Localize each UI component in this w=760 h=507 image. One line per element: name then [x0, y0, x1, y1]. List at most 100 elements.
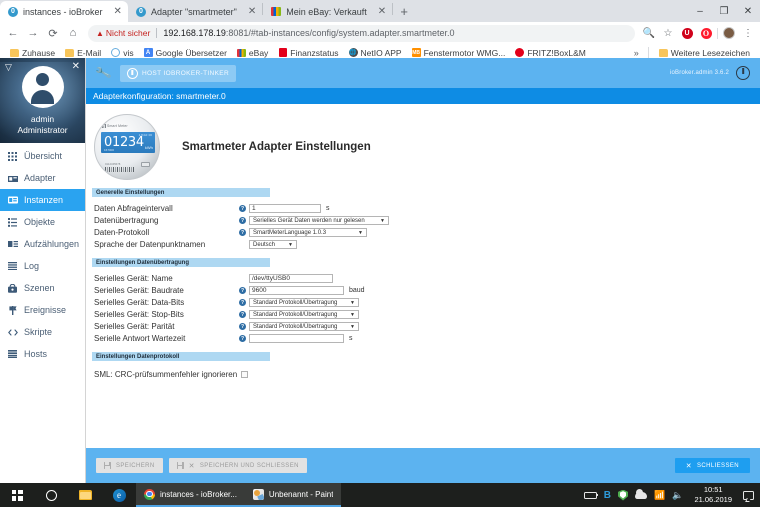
sidebar-item-skripte[interactable]: Skripte — [0, 321, 85, 343]
sidebar-item-hosts[interactable]: Hosts — [0, 343, 85, 365]
address-bar[interactable]: ▲ Nicht sicher 192.168.178.19:8081/#tab-… — [88, 24, 635, 42]
geraet-name-input[interactable]: /dev/ttyUSB0 — [249, 274, 333, 283]
bookmark-fenstermotor[interactable]: MB Fenstermotor WMG... — [408, 47, 510, 59]
collapse-icon[interactable]: ▽ — [5, 62, 12, 73]
edge-icon: e — [112, 488, 126, 502]
help-icon[interactable]: ? — [239, 287, 246, 294]
plug-icon — [141, 162, 150, 167]
help-icon[interactable]: ? — [239, 335, 246, 342]
profile-avatar[interactable] — [721, 25, 737, 41]
browser-tab-1[interactable]: 0 Adapter "smartmeter" ✕ — [128, 1, 262, 22]
save-and-close-button[interactable]: ✕ SPEICHERN UND SCHLIESSEN — [168, 458, 307, 473]
reload-icon[interactable]: ⟳ — [44, 24, 62, 42]
help-icon[interactable]: ? — [239, 299, 246, 306]
paritaet-select[interactable]: Standard Protokoll/Übertragung ▼ — [249, 322, 359, 331]
new-tab-button[interactable]: + — [393, 1, 415, 22]
close-button[interactable]: ✕ SCHLIESSEN — [674, 458, 750, 473]
bookmark-ebay[interactable]: eBay — [233, 47, 272, 59]
bookmark-google-uebersetzer[interactable]: A Google Übersetzer — [140, 47, 231, 59]
sidebar-item-szenen[interactable]: Szenen — [0, 277, 85, 299]
help-icon[interactable]: ? — [239, 311, 246, 318]
not-secure-badge[interactable]: ▲ Nicht sicher — [96, 28, 150, 38]
onedrive-icon[interactable] — [635, 489, 648, 499]
wrench-icon[interactable]: 🔧 — [94, 64, 112, 81]
help-icon[interactable]: ? — [239, 217, 246, 224]
defender-icon[interactable] — [618, 489, 629, 501]
help-icon[interactable]: ? — [239, 229, 246, 236]
notification-icon[interactable] — [743, 490, 754, 500]
power-icon[interactable] — [736, 66, 750, 80]
start-button[interactable] — [0, 483, 34, 507]
datenprotokoll-select[interactable]: SmartMeterLanguage 1.0.3 ▼ — [249, 228, 367, 237]
close-window-button[interactable]: ✕ — [736, 1, 760, 22]
sidebar-item-instanzen[interactable]: Instanzen — [0, 189, 85, 211]
sidebar-item-adapter[interactable]: Adapter — [0, 167, 85, 189]
tab-close-icon[interactable]: ✕ — [108, 6, 122, 17]
save-button-label: SPEICHERN — [116, 462, 155, 469]
bookmark-zuhause[interactable]: Zuhause — [6, 47, 59, 59]
file-explorer-button[interactable] — [68, 483, 102, 507]
cortana-button[interactable] — [34, 483, 68, 507]
extension-opera-icon[interactable]: O — [698, 25, 714, 41]
intervall-input[interactable]: 1 — [249, 204, 321, 213]
sidebar-item-objekte[interactable]: Objekte — [0, 211, 85, 233]
save-button[interactable]: SPEICHERN — [96, 458, 163, 473]
sprache-select[interactable]: Deutsch ▼ — [249, 240, 297, 249]
volume-icon[interactable]: 🔈 — [672, 490, 683, 501]
windows-icon — [11, 489, 23, 501]
taskbar-window-chrome[interactable]: instances - ioBroker... — [136, 483, 245, 507]
datenuebertragung-select[interactable]: Serielles Gerät Daten werden nur gelesen… — [249, 216, 389, 225]
folder-icon — [658, 48, 668, 57]
bookmark-other-bookmarks[interactable]: Weitere Lesezeichen — [655, 47, 754, 59]
stop-bits-select[interactable]: Standard Protokoll/Übertragung ▼ — [249, 310, 359, 319]
enum-icon — [7, 240, 18, 248]
forward-icon[interactable]: → — [24, 24, 42, 42]
taskbar-clock[interactable]: 10:51 21.06.2019 — [690, 485, 736, 505]
edge-button[interactable]: e — [102, 483, 136, 507]
sidebar-item-label: Log — [24, 261, 40, 271]
data-bits-select[interactable]: Standard Protokoll/Übertragung ▼ — [249, 298, 359, 307]
extension-ublock-icon[interactable]: U — [679, 25, 695, 41]
select-value: SmartMeterLanguage 1.0.3 — [253, 229, 327, 236]
help-icon[interactable]: ? — [239, 205, 246, 212]
home-icon[interactable]: ⌂ — [64, 24, 82, 42]
help-icon[interactable]: ? — [239, 323, 246, 330]
field-label: Daten Abfrageintervall — [94, 204, 173, 213]
logo-unit: kWh — [144, 145, 153, 150]
baudrate-input[interactable]: 9600 — [249, 286, 344, 295]
help-icon-placeholder — [239, 275, 246, 282]
tab-close-icon[interactable]: ✕ — [372, 6, 386, 17]
sidebar-item-aufzaehlungen[interactable]: Aufzählungen — [0, 233, 85, 255]
sidebar-item-log[interactable]: Log — [0, 255, 85, 277]
search-icon[interactable]: 🔍 — [641, 25, 657, 41]
sidebar-item-label: Szenen — [24, 283, 55, 293]
wifi-icon[interactable]: 📶 — [654, 490, 665, 501]
sidebar-item-uebersicht[interactable]: Übersicht — [0, 145, 85, 167]
back-icon[interactable]: ← — [4, 24, 22, 42]
bookmark-netio-app[interactable]: 🌐 NetIO APP — [345, 47, 406, 59]
maximize-button[interactable]: ❐ — [712, 1, 736, 22]
browser-tab-2[interactable]: Mein eBay: Verkauft ✕ — [263, 1, 392, 22]
bookmark-label: eBay — [248, 47, 269, 58]
tab-close-icon[interactable]: ✕ — [242, 6, 256, 17]
antwort-wartezeit-input[interactable] — [249, 334, 344, 343]
field-label: Serielles Gerät: Stop-Bits — [94, 310, 184, 319]
bookmarks-overflow-icon[interactable]: » — [631, 48, 642, 58]
bookmark-email[interactable]: E-Mail — [61, 47, 105, 59]
bookmark-vis[interactable]: vis — [107, 47, 137, 59]
star-icon[interactable]: ☆ — [660, 25, 676, 41]
browser-tab-0[interactable]: 0 instances - ioBroker ✕ — [0, 1, 128, 22]
bookmark-fritzbox[interactable]: FRITZ!BoxL&M — [511, 47, 590, 59]
minimize-button[interactable]: – — [688, 1, 712, 22]
chrome-menu-icon[interactable]: ⋮ — [740, 25, 756, 41]
sidebar-item-ereignisse[interactable]: Ereignisse — [0, 299, 85, 321]
field-label: Daten-Protokoll — [94, 228, 150, 237]
host-button[interactable]: HOST IOBROKER-TINKER — [119, 64, 237, 82]
close-icon[interactable]: ✕ — [72, 61, 80, 72]
battery-icon[interactable] — [583, 491, 599, 499]
bookmark-finanzstatus[interactable]: Finanzstatus — [274, 47, 342, 59]
field-label: Serielle Antwort Wartezeit — [94, 334, 186, 343]
bluetooth-icon[interactable]: B — [604, 490, 611, 501]
taskbar-window-paint[interactable]: Unbenannt - Paint — [244, 483, 342, 507]
crc-checkbox[interactable] — [241, 371, 249, 378]
